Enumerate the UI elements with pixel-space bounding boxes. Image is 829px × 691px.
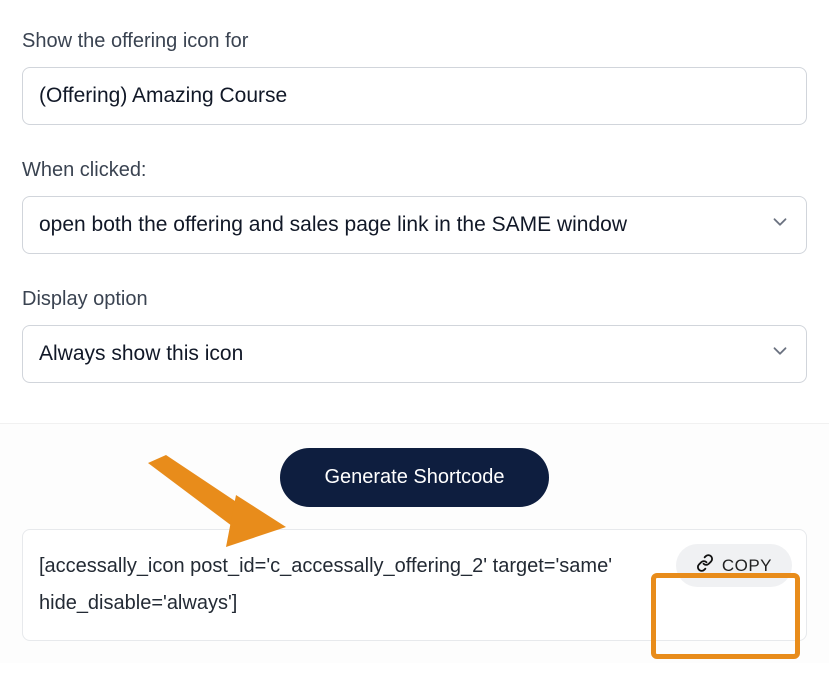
generate-shortcode-button[interactable]: Generate Shortcode (280, 448, 548, 507)
display-option-select[interactable]: Always show this icon (22, 325, 807, 383)
display-option-label: Display option (22, 288, 807, 311)
shortcode-text: [accessally_icon post_id='c_accessally_o… (39, 548, 646, 622)
offering-label: Show the offering icon for (22, 30, 807, 53)
copy-button[interactable]: COPY (676, 544, 792, 587)
when-clicked-select[interactable]: open both the offering and sales page li… (22, 196, 807, 254)
when-clicked-label: When clicked: (22, 159, 807, 182)
copy-label: COPY (722, 556, 772, 576)
link-icon (696, 554, 714, 577)
offering-input[interactable] (22, 67, 807, 125)
shortcode-output-box: [accessally_icon post_id='c_accessally_o… (22, 529, 807, 641)
